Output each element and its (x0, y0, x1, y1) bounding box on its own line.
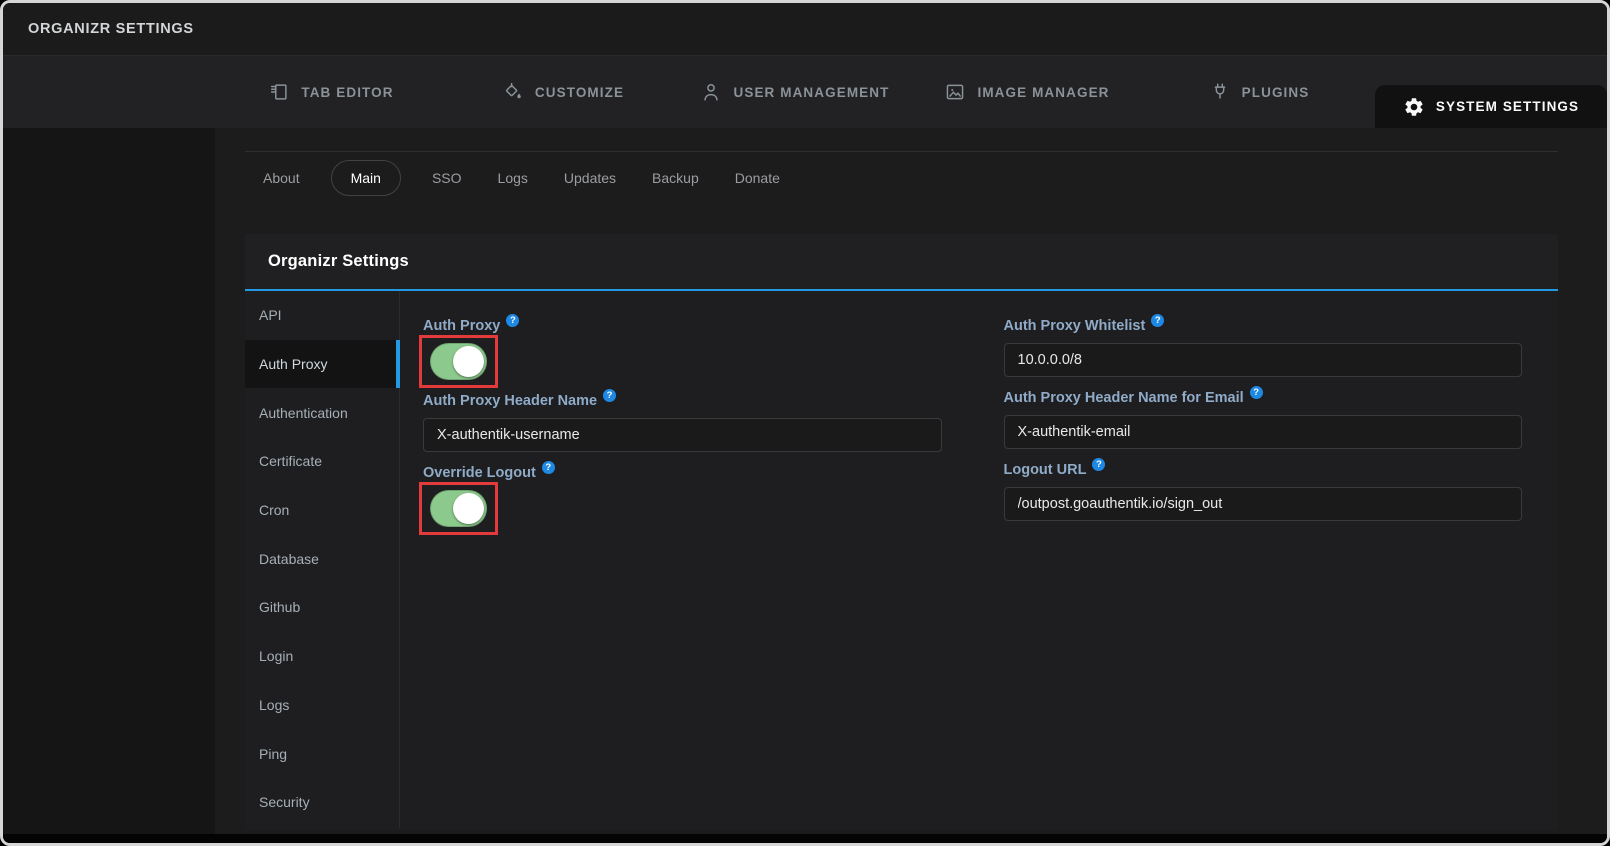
override-logout-toggle[interactable] (430, 490, 487, 527)
subtab-logs[interactable]: Logs (493, 161, 533, 195)
subtab-donate[interactable]: Donate (730, 161, 785, 195)
toggle-track (430, 490, 487, 527)
field-label-text: Auth Proxy Whitelist (1004, 318, 1146, 334)
field-logout-url: Logout URL? (1004, 462, 1523, 521)
form-area: Auth Proxy?Auth Proxy Header Name?Overri… (400, 291, 1558, 828)
menu-item-login[interactable]: Login (245, 632, 399, 681)
menu-item-certificate[interactable]: Certificate (245, 437, 399, 486)
toggle-track (430, 343, 487, 380)
panel-body: APIAuth ProxyAuthenticationCertificateCr… (245, 291, 1558, 828)
nav-tab-label: CUSTOMIZE (535, 85, 624, 100)
left-gutter (3, 128, 215, 843)
nav-tab-system-settings[interactable]: SYSTEM SETTINGS (1375, 85, 1607, 128)
field-label: Auth Proxy? (423, 318, 942, 334)
panel-header: Organizr Settings (245, 234, 1558, 291)
field-label-text: Auth Proxy Header Name for Email (1004, 390, 1244, 406)
image-icon (944, 81, 966, 103)
field-override-logout: Override Logout? (423, 465, 942, 527)
auth-proxy-header-name-input[interactable] (423, 418, 942, 452)
help-icon[interactable]: ? (1250, 386, 1263, 399)
subtab-main[interactable]: Main (331, 160, 401, 196)
help-icon[interactable]: ? (1092, 458, 1105, 471)
subtabs: About Main SSO Logs Updates Backup Donate (245, 151, 1558, 204)
auth-proxy-whitelist-input[interactable] (1004, 343, 1523, 377)
form-column: Auth Proxy Whitelist?Auth Proxy Header N… (1004, 318, 1523, 540)
menu-item-auth-proxy[interactable]: Auth Proxy (245, 340, 399, 389)
nav-tab-label: IMAGE MANAGER (977, 85, 1109, 100)
subtab-sso[interactable]: SSO (427, 161, 467, 195)
menu-item-cron[interactable]: Cron (245, 486, 399, 535)
nav-tab-label: SYSTEM SETTINGS (1436, 99, 1579, 114)
app-window: ORGANIZR SETTINGS TAB EDITOR CUSTOMIZE USE… (0, 0, 1610, 846)
field-auth-proxy: Auth Proxy? (423, 318, 942, 380)
menu-item-security[interactable]: Security (245, 778, 399, 827)
field-label-text: Auth Proxy Header Name (423, 393, 597, 409)
auth-proxy-header-name-for-email-input[interactable] (1004, 415, 1523, 449)
nav-tab-label: USER MANAGEMENT (733, 85, 889, 100)
nav-tab-plugins[interactable]: PLUGINS (1143, 56, 1375, 128)
menu-item-database[interactable]: Database (245, 534, 399, 583)
nav-tab-user-management[interactable]: USER MANAGEMENT (679, 56, 911, 128)
subtab-backup[interactable]: Backup (647, 161, 704, 195)
auth-proxy-toggle[interactable] (430, 343, 487, 380)
content-area: About Main SSO Logs Updates Backup Donate Orga… (3, 128, 1607, 843)
settings-menu: APIAuth ProxyAuthenticationCertificateCr… (245, 291, 400, 828)
field-label-text: Logout URL (1004, 462, 1087, 478)
nav-tab-customize[interactable]: CUSTOMIZE (447, 56, 679, 128)
main-column: About Main SSO Logs Updates Backup Donate Orga… (215, 128, 1607, 843)
user-icon (700, 81, 722, 103)
field-label: Auth Proxy Whitelist? (1004, 318, 1523, 334)
panel-title: Organizr Settings (268, 252, 409, 271)
menu-item-authentication[interactable]: Authentication (245, 388, 399, 437)
nav-tabs: TAB EDITOR CUSTOMIZE USER MANAGEMENT IMAGE … (215, 56, 1607, 128)
help-icon[interactable]: ? (506, 314, 519, 327)
tab-editor-icon (268, 81, 290, 103)
navbar: TAB EDITOR CUSTOMIZE USER MANAGEMENT IMAGE … (3, 56, 1607, 128)
settings-panel: Organizr Settings APIAuth ProxyAuthentic… (245, 234, 1558, 830)
field-label: Override Logout? (423, 465, 942, 481)
logout-url-input[interactable] (1004, 487, 1523, 521)
field-label: Auth Proxy Header Name for Email? (1004, 390, 1523, 406)
toggle-knob (453, 493, 484, 524)
plug-icon (1209, 81, 1231, 103)
bottom-edge-strip (3, 834, 1607, 843)
page-title: ORGANIZR SETTINGS (28, 21, 194, 37)
menu-item-api[interactable]: API (245, 291, 399, 340)
help-icon[interactable]: ? (542, 461, 555, 474)
field-label-text: Auth Proxy (423, 318, 500, 334)
field-label: Auth Proxy Header Name? (423, 393, 942, 409)
nav-tab-image-manager[interactable]: IMAGE MANAGER (911, 56, 1143, 128)
form-column: Auth Proxy?Auth Proxy Header Name?Overri… (423, 318, 942, 540)
help-icon[interactable]: ? (603, 389, 616, 402)
field-label-text: Override Logout (423, 465, 536, 481)
subtab-about[interactable]: About (258, 161, 305, 195)
field-auth-proxy-whitelist: Auth Proxy Whitelist? (1004, 318, 1523, 377)
help-icon[interactable]: ? (1151, 314, 1164, 327)
field-auth-proxy-header-name-for-email: Auth Proxy Header Name for Email? (1004, 390, 1523, 449)
paint-bucket-icon (502, 81, 524, 103)
gear-icon (1403, 96, 1425, 118)
menu-item-github[interactable]: Github (245, 583, 399, 632)
field-label: Logout URL? (1004, 462, 1523, 478)
nav-tab-label: TAB EDITOR (301, 85, 393, 100)
field-auth-proxy-header-name: Auth Proxy Header Name? (423, 393, 942, 452)
topbar: ORGANIZR SETTINGS (3, 3, 1607, 56)
menu-item-logs[interactable]: Logs (245, 681, 399, 730)
toggle-knob (453, 346, 484, 377)
subtab-updates[interactable]: Updates (559, 161, 621, 195)
nav-tab-label: PLUGINS (1242, 85, 1310, 100)
menu-item-ping[interactable]: Ping (245, 729, 399, 778)
nav-tab-tab-editor[interactable]: TAB EDITOR (215, 56, 447, 128)
